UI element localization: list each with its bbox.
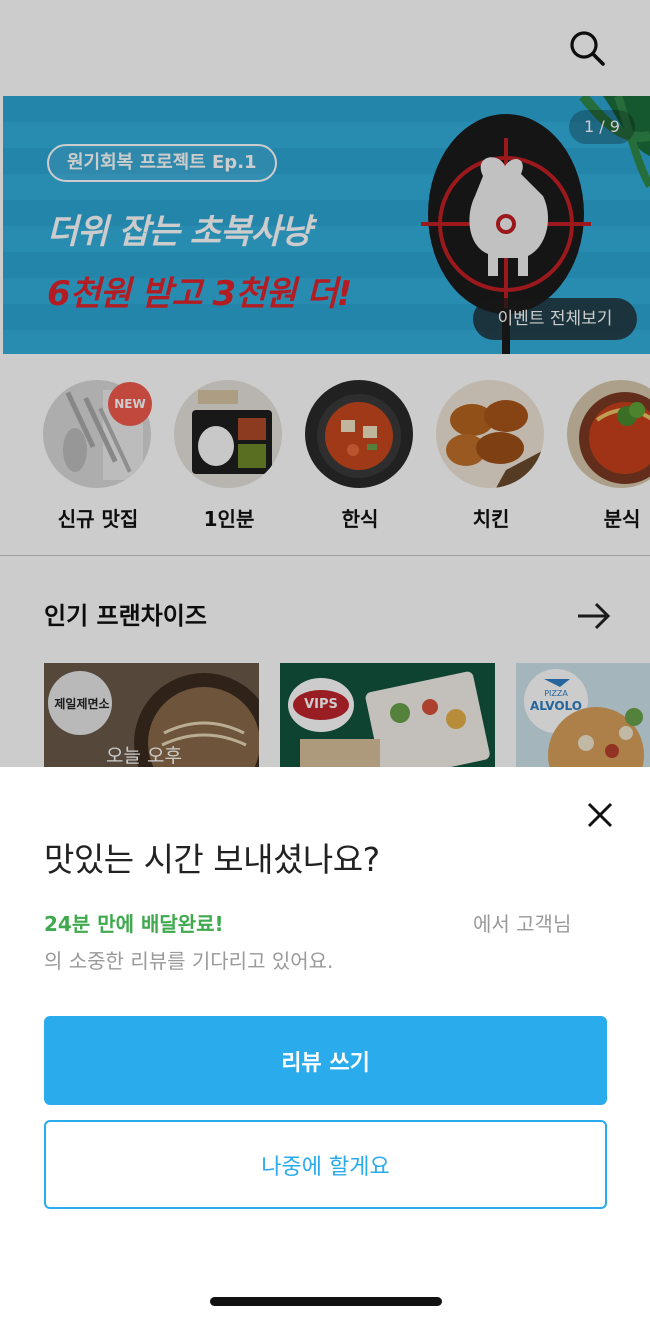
app-screen: 원기회복 프로젝트 Ep.1 더위 잡는 초복사냥 6천원 받고 3천원 더! …	[0, 0, 650, 1322]
review-request-text: 의 소중한 리뷰를 기다리고 있어요.	[44, 949, 334, 973]
modal-backdrop[interactable]	[0, 0, 650, 767]
write-review-button[interactable]: 리뷰 쓰기	[44, 1016, 607, 1105]
home-indicator	[210, 1297, 442, 1306]
delivery-time-text: 24분 만에 배달완료!	[44, 912, 224, 936]
later-button[interactable]: 나중에 할게요	[44, 1120, 607, 1209]
close-icon[interactable]	[582, 797, 618, 833]
review-from-text: 에서 고객님	[473, 912, 572, 936]
review-prompt-title: 맛있는 시간 보내셨나요?	[44, 840, 380, 879]
